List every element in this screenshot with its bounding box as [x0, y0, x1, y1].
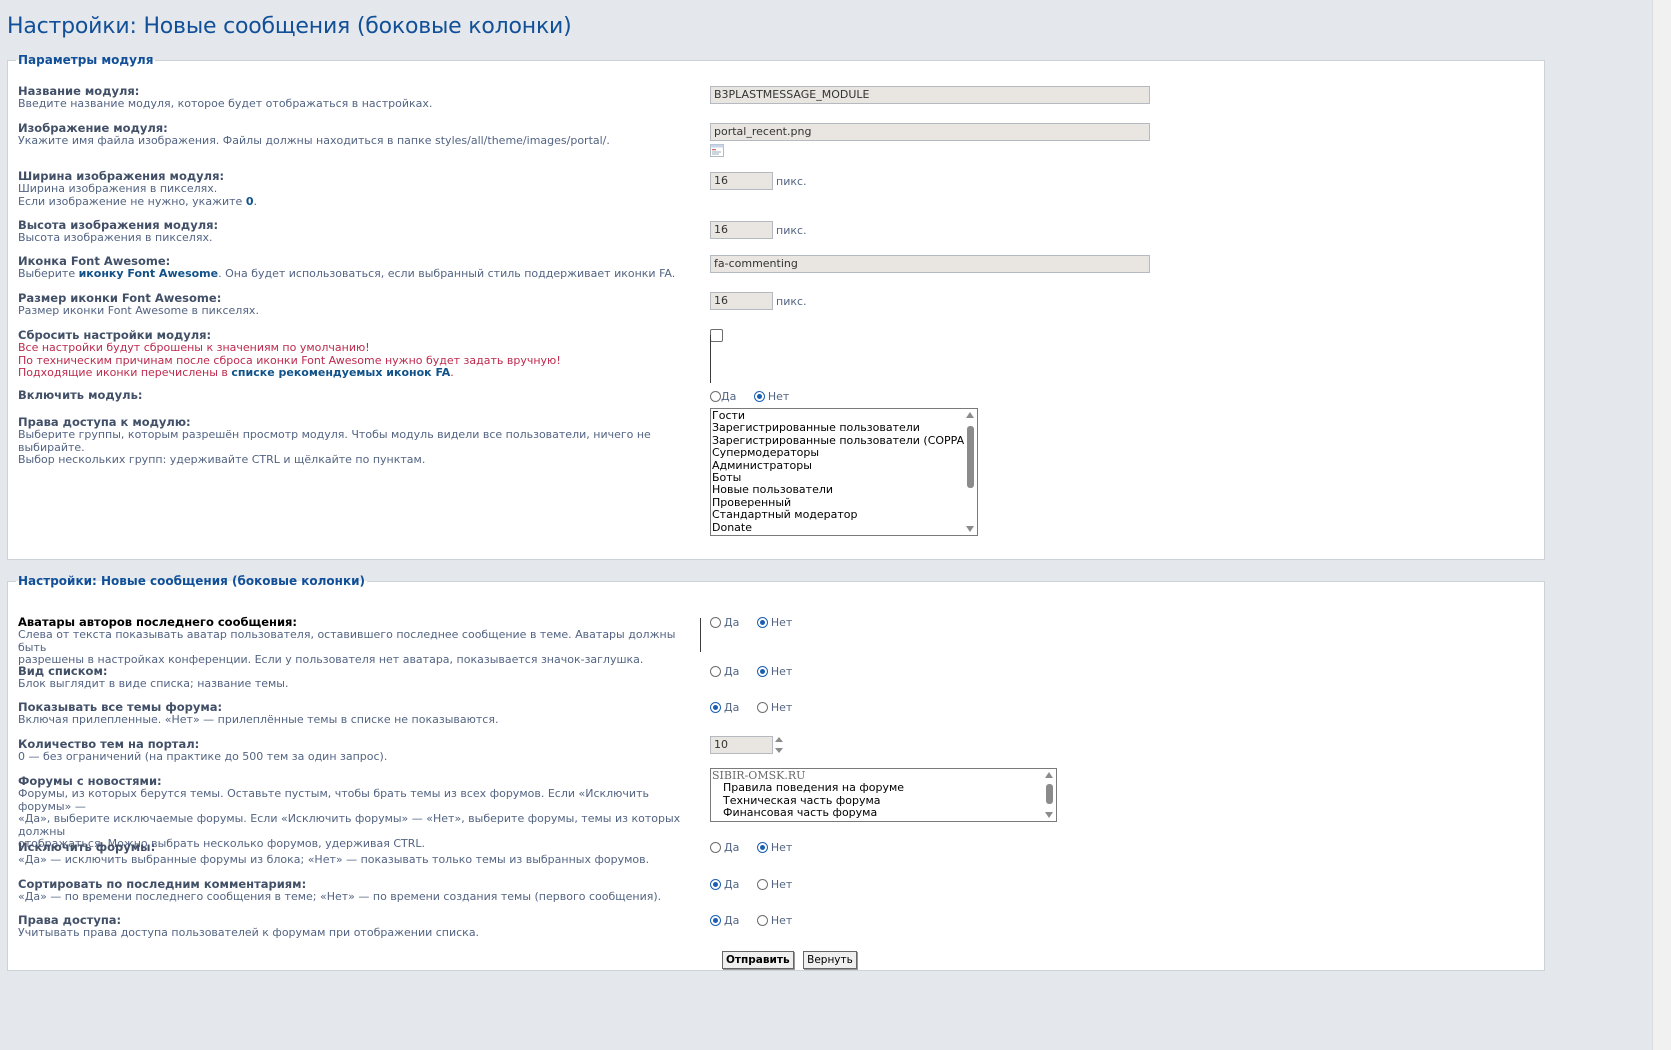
sort-last-yes-label: Да	[724, 877, 740, 891]
scroll-thumb[interactable]	[1046, 784, 1053, 804]
list-view-no-radio[interactable]	[756, 665, 768, 677]
enable-yes-label: Да	[721, 389, 737, 403]
scroll-up-icon[interactable]	[966, 412, 974, 418]
permissions-no-radio[interactable]	[756, 914, 768, 926]
exclude-forums-yes-label: Да	[724, 840, 740, 854]
image-width-unit: пикс.	[776, 174, 807, 188]
access-group-option[interactable]: Donate	[711, 521, 977, 534]
module-params-panel: Параметры модуля Название модуля: Введит…	[7, 53, 1545, 560]
module-image-input[interactable]: portal_recent.png	[710, 123, 1150, 141]
sort-last-desc: «Да» — по времени последнего сообщения в…	[18, 890, 662, 903]
scroll-down-icon[interactable]	[966, 526, 974, 532]
reset-divider	[710, 335, 711, 383]
all-topics-yes-radio[interactable]	[710, 701, 721, 713]
page-scrollbar[interactable]	[1652, 0, 1671, 1050]
news-forums-scrollbar[interactable]	[1043, 769, 1056, 821]
enable-yes-radio[interactable]	[710, 390, 721, 402]
news-forums-listbox[interactable]: SIBIR-OMSK.RU Правила поведения на форуме…	[710, 768, 1057, 822]
stepper-up-icon[interactable]	[775, 737, 783, 742]
all-topics-yes-label: Да	[724, 700, 740, 714]
reset-warning-3: Подходящие иконки перечислены в списке р…	[18, 366, 454, 379]
module-params-legend: Параметры модуля	[18, 53, 154, 67]
access-group-option[interactable]: Администраторы	[711, 459, 977, 472]
access-group-option[interactable]: Супермодераторы	[711, 446, 977, 459]
avatars-yes-label: Да	[724, 615, 740, 629]
recent-settings-panel: Настройки: Новые сообщения (боковые коло…	[7, 574, 1545, 971]
access-group-option[interactable]: Стандартный модератор	[711, 508, 977, 521]
news-forums-desc-1: Форумы, из которых берутся темы. Оставьт…	[18, 787, 649, 813]
exclude-forums-no-radio[interactable]	[756, 841, 768, 853]
fa-recommended-link[interactable]: списке рекомендуемых иконок FA	[231, 366, 450, 379]
exclude-forums-no-label: Нет	[770, 840, 793, 854]
list-view-yes-label: Да	[724, 664, 740, 678]
form-buttons: Отправить Вернуть	[722, 951, 857, 969]
sort-last-no-radio[interactable]	[756, 878, 768, 890]
module-image-preview-icon	[710, 144, 724, 157]
enable-label: Включить модуль:	[18, 388, 143, 402]
fa-size-desc: Размер иконки Font Awesome в пикселях.	[18, 304, 259, 317]
module-image-desc: Укажите имя файла изображения. Файлы дол…	[18, 134, 610, 147]
fa-icon-desc: Выберите иконку Font Awesome. Она будет …	[18, 267, 676, 280]
permissions-desc: Учитывать права доступа пользователей к …	[18, 926, 480, 939]
all-topics-no-radio[interactable]	[756, 701, 768, 713]
exclude-forums-yes-radio[interactable]	[710, 841, 721, 853]
avatars-no-radio[interactable]	[756, 616, 768, 628]
permissions-yes-label: Да	[724, 913, 740, 927]
permissions-no-label: Нет	[770, 913, 793, 927]
reset-checkbox[interactable]	[710, 329, 723, 342]
stepper-down-icon[interactable]	[775, 748, 783, 753]
access-group-option[interactable]: Зарегистрированные пользователи	[711, 421, 977, 434]
image-height-desc: Высота изображения в пикселях.	[18, 231, 213, 244]
list-view-desc: Блок выглядит в виде списка; название те…	[18, 677, 289, 690]
sort-last-yes-radio[interactable]	[710, 878, 721, 890]
scroll-up-icon[interactable]	[1045, 772, 1053, 778]
scroll-down-icon[interactable]	[1045, 812, 1053, 818]
fa-icon-link[interactable]: иконку Font Awesome	[79, 267, 219, 280]
access-listbox-scrollbar[interactable]	[964, 409, 977, 535]
module-name-input[interactable]: B3PLASTMESSAGE_MODULE	[710, 86, 1150, 104]
topic-count-desc: 0 — без ограничений (на практике до 500 …	[18, 750, 388, 763]
fa-size-input[interactable]: 16	[710, 292, 773, 310]
image-height-unit: пикс.	[776, 223, 807, 237]
topic-count-input[interactable]: 10	[710, 736, 773, 754]
news-forums-desc-2: «Да», выберите исключаемые форумы. Если …	[18, 812, 681, 838]
reset-warning-1: Все настройки будут сброшены к значениям…	[18, 341, 370, 354]
fa-icon-input[interactable]: fa-commenting	[710, 255, 1150, 273]
access-groups-listbox[interactable]: Гости Зарегистрированные пользователи Заре…	[710, 408, 978, 536]
forum-option[interactable]: Правила поведения на форуме	[711, 781, 1056, 794]
page-title: Настройки: Новые сообщения (боковые коло…	[7, 14, 572, 39]
avatars-desc-1: Слева от текста показывать аватар пользо…	[18, 628, 676, 654]
all-topics-desc: Включая прилепленные. «Нет» — прилеплённ…	[18, 713, 499, 726]
list-view-no-label: Нет	[770, 664, 793, 678]
access-desc-2: Выбор нескольких групп: удерживайте CTRL…	[18, 453, 426, 466]
enable-no-label: Нет	[767, 389, 790, 403]
permissions-yes-radio[interactable]	[710, 914, 721, 926]
avatars-divider	[700, 618, 701, 652]
scroll-thumb[interactable]	[967, 426, 974, 488]
fa-size-unit: пикс.	[776, 294, 807, 308]
enable-no-radio[interactable]	[753, 390, 765, 402]
all-topics-no-label: Нет	[770, 700, 793, 714]
module-name-desc: Введите название модуля, которое будет о…	[18, 97, 433, 110]
reset-button[interactable]: Вернуть	[803, 951, 857, 969]
access-group-option[interactable]: Новые пользователи	[711, 484, 977, 497]
image-width-desc-zero: Если изображение не нужно, укажите 0.	[18, 194, 257, 208]
list-view-yes-radio[interactable]	[710, 665, 721, 677]
avatars-yes-radio[interactable]	[710, 616, 721, 628]
recent-settings-legend: Настройки: Новые сообщения (боковые коло…	[18, 574, 366, 588]
forum-option[interactable]: Финансовая часть форума	[711, 806, 1056, 819]
image-width-input[interactable]: 16	[710, 172, 773, 190]
submit-button[interactable]: Отправить	[722, 951, 794, 969]
topic-count-stepper[interactable]	[773, 736, 785, 754]
access-desc-1: Выберите группы, которым разрешён просмо…	[18, 428, 651, 454]
exclude-forums-desc: «Да» — исключить выбранные форумы из бло…	[18, 853, 650, 866]
sort-last-no-label: Нет	[770, 877, 793, 891]
image-height-input[interactable]: 16	[710, 221, 773, 239]
avatars-no-label: Нет	[770, 615, 793, 629]
